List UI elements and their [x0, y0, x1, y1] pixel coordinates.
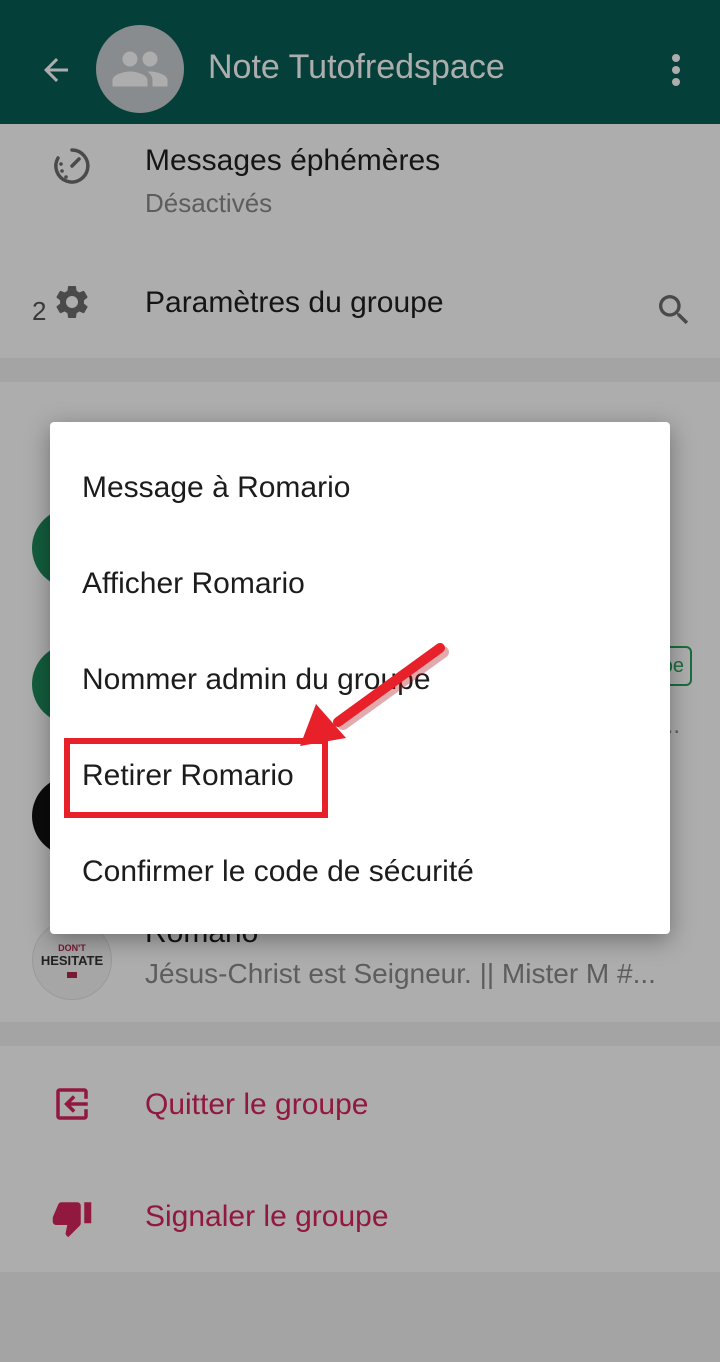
menu-item-view[interactable]: Afficher Romario — [50, 536, 670, 632]
menu-item-message[interactable]: Message à Romario — [50, 440, 670, 536]
menu-item-verify-security-code[interactable]: Confirmer le code de sécurité — [50, 824, 670, 920]
menu-item-make-admin[interactable]: Nommer admin du groupe — [50, 632, 670, 728]
participant-context-menu: Message à Romario Afficher Romario Nomme… — [50, 422, 670, 934]
annotation-highlight-box — [64, 738, 328, 818]
